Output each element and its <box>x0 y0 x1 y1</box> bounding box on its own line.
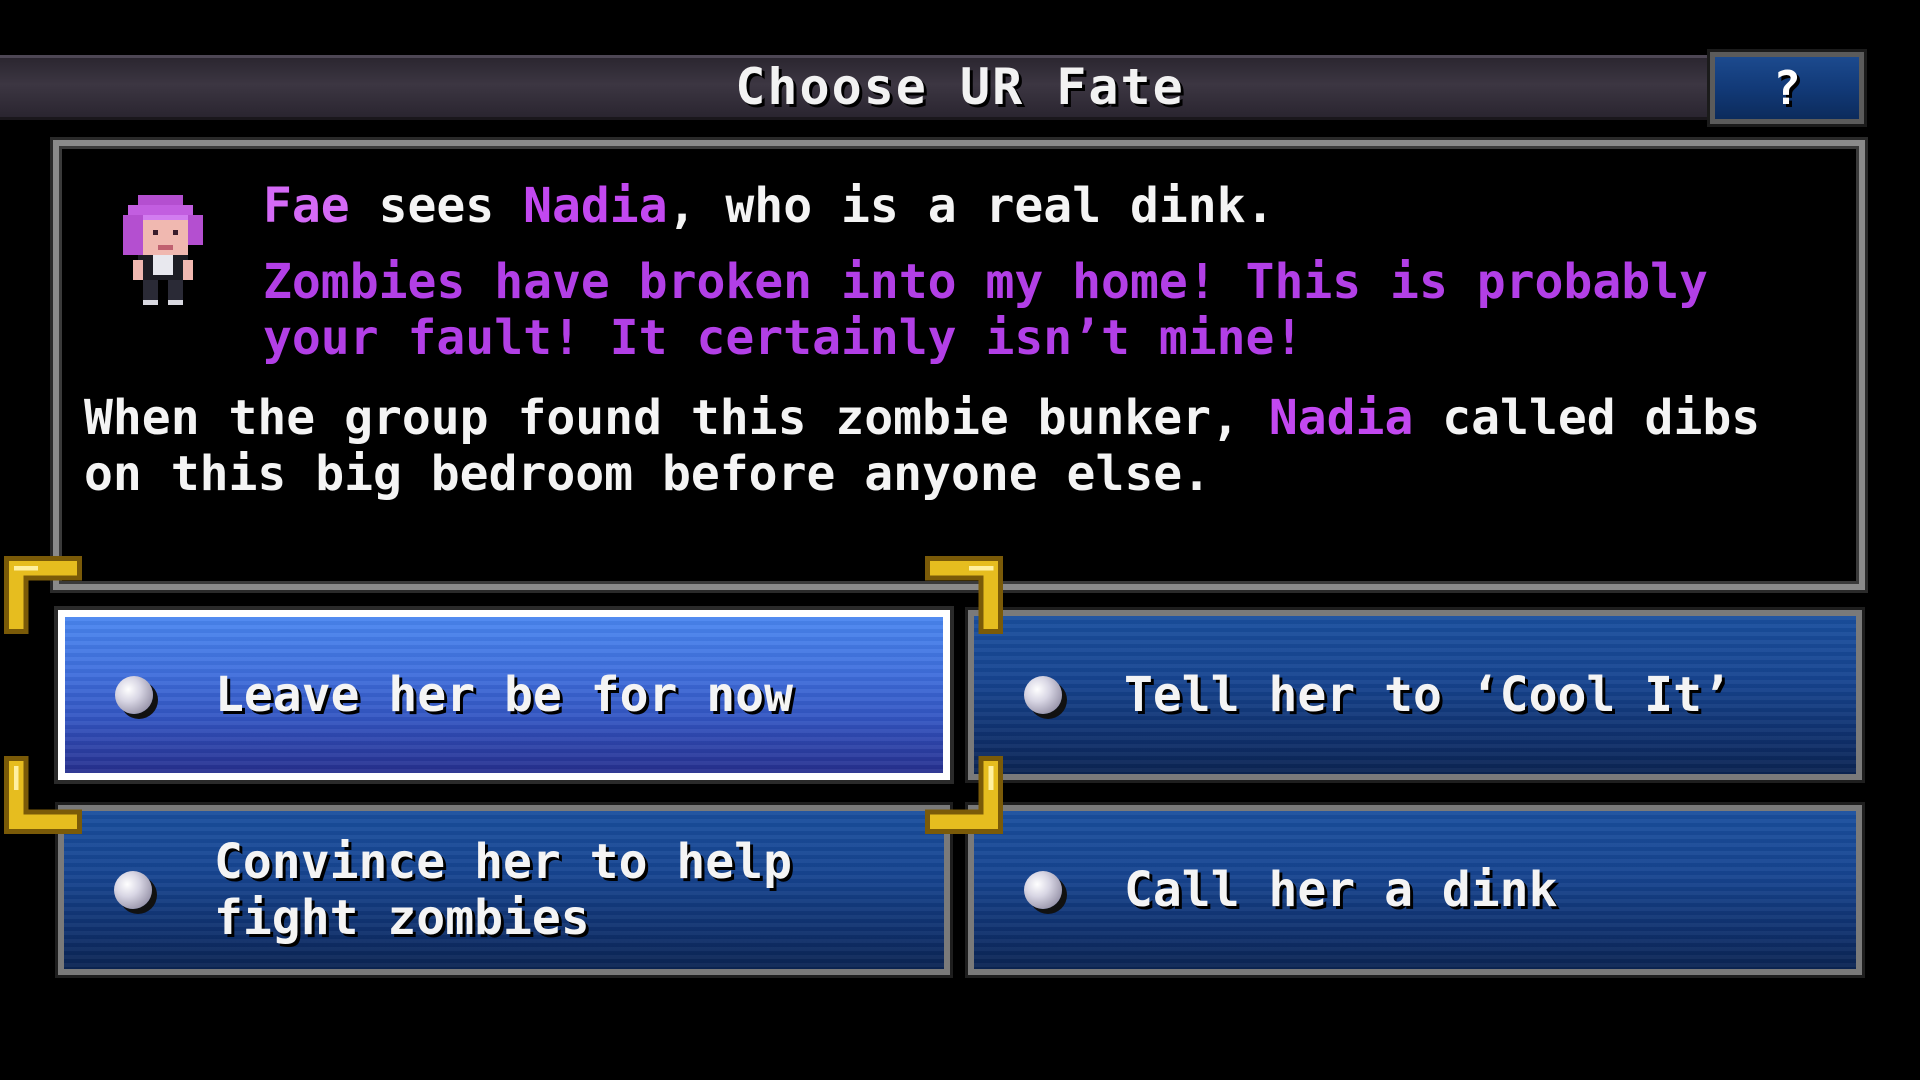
question-mark-icon: ? <box>1773 61 1801 115</box>
cursor-corner-bottom-right-icon <box>925 756 1003 834</box>
help-button[interactable]: ? <box>1707 49 1867 127</box>
bullet-orb-icon <box>1024 676 1062 714</box>
target-name: Nadia <box>523 178 668 234</box>
bullet-orb-icon <box>1024 871 1062 909</box>
choice-label: Tell her to ‘Cool It’ <box>1124 667 1731 723</box>
character-portrait <box>123 195 203 305</box>
cursor-corner-bottom-left-icon <box>4 756 82 834</box>
choice-label: Leave her be for now <box>215 667 793 723</box>
speaker-name: Fae <box>263 178 350 234</box>
choice-label: Convince her to help fight zombies <box>214 834 792 946</box>
choice-leave-her-be[interactable]: Leave her be for now <box>54 606 954 784</box>
narration-before: When the group found this zombie bunker, <box>84 390 1240 446</box>
bullet-orb-icon <box>115 676 153 714</box>
choice-call-her-a-dink[interactable]: Call her a dink <box>965 802 1865 978</box>
character-quote: Zombies have broken into my home! This i… <box>263 254 1708 366</box>
cursor-corner-top-right-icon <box>925 556 1003 634</box>
cursor-corner-top-left-icon <box>4 556 82 634</box>
choice-tell-her-cool-it[interactable]: Tell her to ‘Cool It’ <box>965 607 1865 783</box>
encounter-verb: sees <box>378 178 495 234</box>
choice-convince-her-to-help[interactable]: Convince her to help fight zombies <box>55 802 953 978</box>
narration-name: Nadia <box>1268 390 1414 446</box>
target-description: , who is a real dink. <box>667 178 1275 234</box>
bullet-orb-icon <box>114 871 152 909</box>
choice-label: Call her a dink <box>1124 862 1558 918</box>
encounter-line: Fae sees Nadia, who is a real dink. <box>263 178 1274 234</box>
page-title: Choose UR Fate <box>735 58 1185 116</box>
narration-text: When the group found this zombie bunker,… <box>84 390 1844 502</box>
